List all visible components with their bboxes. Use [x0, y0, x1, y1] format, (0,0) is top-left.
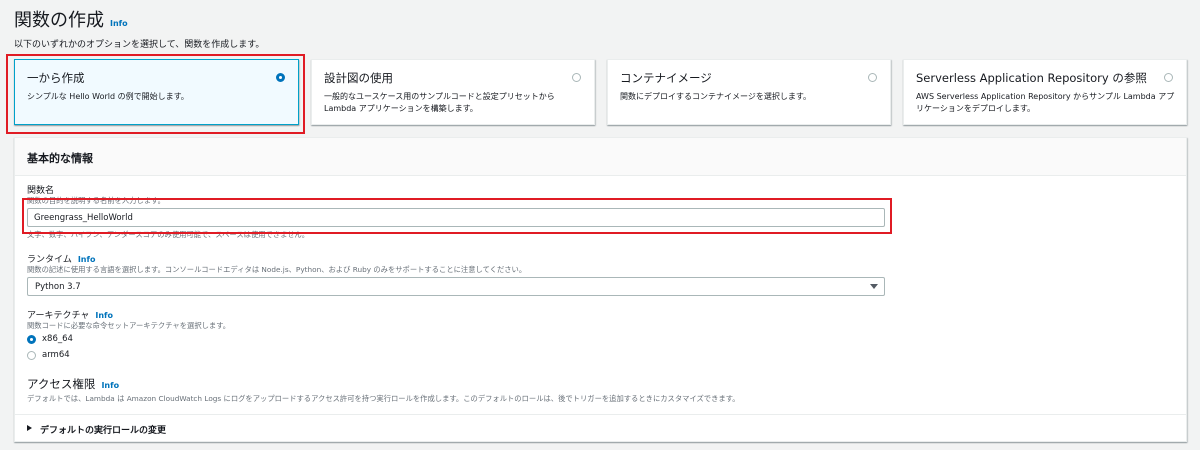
- permissions-title: アクセス権限 Info: [27, 376, 119, 392]
- option-title: コンテナイメージ: [620, 71, 712, 85]
- function-name-constraint: 文字、数字、ハイフン、アンダースコアのみ使用可能で、スペースは使用できません。: [27, 230, 310, 239]
- page-subtitle: 以下のいずれかのオプションを選択して、関数を作成します。: [14, 40, 265, 50]
- basic-info-panel: 基本的な情報 関数名 関数の目的を説明する名前を入力します。 文字、数字、ハイフ…: [14, 137, 1187, 442]
- option-card-author-from-scratch[interactable]: 一から作成 シンプルな Hello World の例で開始します。: [14, 59, 299, 125]
- panel-header: 基本的な情報: [15, 138, 1186, 176]
- option-card-use-blueprint[interactable]: 設計図の使用 一般的なユースケース用のサンプルコードと設定プリセットから Lam…: [311, 59, 595, 125]
- panel-title: 基本的な情報: [27, 152, 93, 165]
- architecture-option-label: arm64: [42, 350, 70, 360]
- option-title: 一から作成: [27, 71, 85, 85]
- caret-down-icon: [870, 284, 878, 289]
- option-title: 設計図の使用: [324, 71, 393, 85]
- option-description: AWS Serverless Application Repository から…: [916, 92, 1175, 113]
- option-card-container-image[interactable]: コンテナイメージ 関数にデプロイするコンテナイメージを選択します。: [607, 59, 891, 125]
- function-name-description: 関数の目的を説明する名前を入力します。: [27, 196, 165, 205]
- option-title: Serverless Application Repository の参照: [916, 71, 1147, 85]
- permissions-description: デフォルトでは、Lambda は Amazon CloudWatch Logs …: [27, 394, 740, 403]
- function-name-label-text: 関数名: [27, 186, 55, 196]
- architecture-option-label: x86_64: [42, 334, 73, 344]
- option-radio[interactable]: [276, 73, 285, 82]
- runtime-info-link[interactable]: Info: [78, 255, 96, 264]
- option-card-serverless-app-repo[interactable]: Serverless Application Repository の参照 AW…: [903, 59, 1187, 125]
- architecture-description: 関数コードに必要な命令セットアーキテクチャを選択します。: [27, 321, 231, 330]
- change-default-execution-role-expander[interactable]: デフォルトの実行ロールの変更: [15, 414, 1186, 442]
- architecture-label-text: アーキテクチャ: [27, 311, 90, 321]
- runtime-label-text: ランタイム: [27, 255, 72, 265]
- architecture-label: アーキテクチャ Info: [27, 308, 113, 321]
- option-radio[interactable]: [1164, 73, 1173, 82]
- page-title-text: 関数の作成: [14, 10, 104, 31]
- option-radio[interactable]: [868, 73, 877, 82]
- permissions-info-link[interactable]: Info: [101, 381, 119, 390]
- function-name-label: 関数名: [27, 183, 54, 196]
- caret-right-icon: [27, 425, 32, 431]
- expander-label: デフォルトの実行ロールの変更: [40, 426, 167, 436]
- function-name-input[interactable]: [27, 208, 885, 227]
- architecture-option-arm64[interactable]: arm64: [27, 350, 70, 360]
- runtime-description: 関数の記述に使用する言語を選択します。コンソールコードエディタは Node.js…: [27, 265, 527, 274]
- runtime-label: ランタイム Info: [27, 252, 95, 265]
- page-title: 関数の作成 Info: [14, 6, 128, 32]
- runtime-select-value: Python 3.7: [35, 282, 81, 292]
- page-info-link[interactable]: Info: [110, 19, 128, 28]
- option-radio[interactable]: [572, 73, 581, 82]
- architecture-radio[interactable]: [27, 334, 36, 344]
- permissions-title-text: アクセス権限: [27, 377, 96, 391]
- architecture-option-x86-64[interactable]: x86_64: [27, 334, 73, 344]
- option-description: 関数にデプロイするコンテナイメージを選択します。: [620, 92, 812, 101]
- architecture-info-link[interactable]: Info: [95, 311, 113, 320]
- architecture-radio[interactable]: [27, 350, 36, 360]
- option-description: シンプルな Hello World の例で開始します。: [27, 92, 189, 101]
- option-description: 一般的なユースケース用のサンプルコードと設定プリセットから Lambda アプリ…: [324, 92, 555, 113]
- runtime-select[interactable]: Python 3.7: [27, 277, 885, 296]
